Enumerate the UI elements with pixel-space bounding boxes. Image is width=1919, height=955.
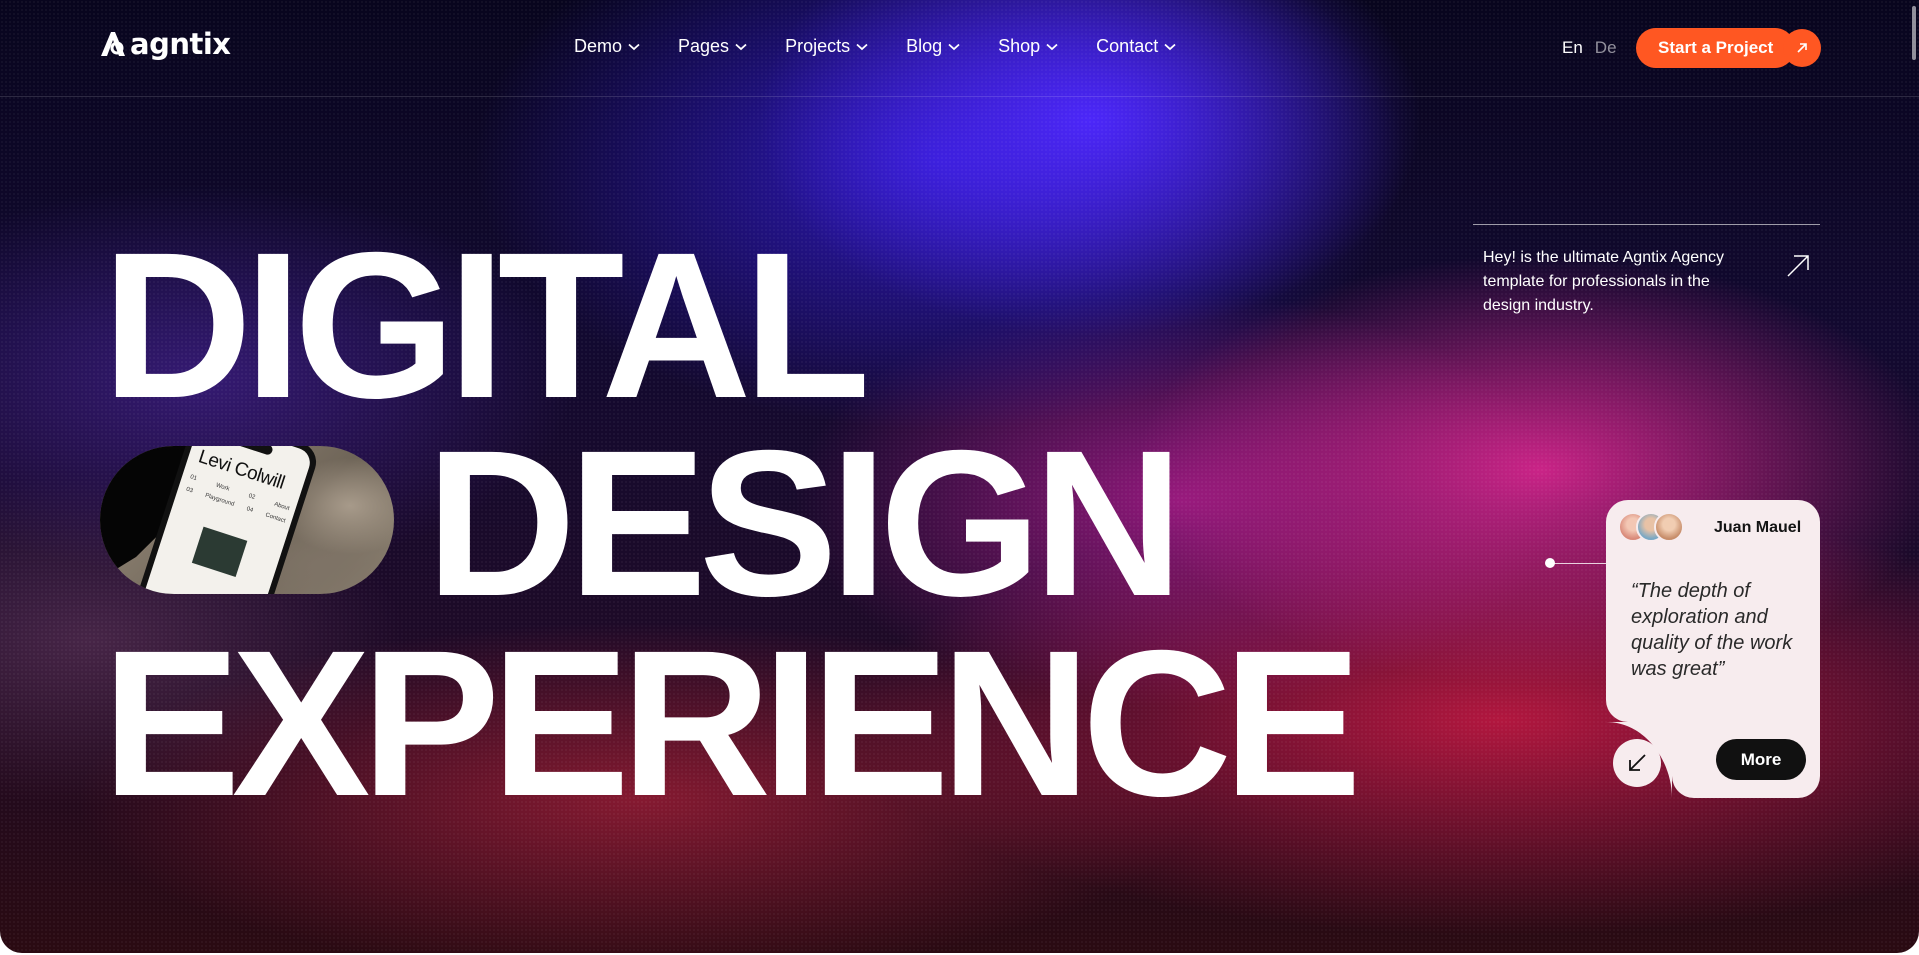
phone-menu-label: About [273, 501, 291, 513]
hero-phone-image: Levi Colwill 01 Work 02 About 03 Playgro… [100, 446, 394, 594]
arrow-down-left-icon [1629, 754, 1646, 771]
reviewer-name: Juan Mauel [1714, 519, 1802, 536]
testimonial-back-button[interactable] [1613, 739, 1661, 787]
headline-line-3: EXPERIENCE [102, 608, 1362, 840]
chevron-down-icon [735, 43, 747, 50]
phone-notch [232, 446, 274, 456]
nav-item-label: Projects [785, 36, 851, 56]
testimonial-quote: “The depth of exploration and quality of… [1631, 580, 1793, 680]
headline-line-2: DESIGN [426, 408, 1183, 640]
phone-menu-num: 03 [185, 486, 194, 495]
language-en[interactable]: En [1562, 38, 1583, 58]
chevron-down-icon [1164, 43, 1176, 50]
nav-item-demo[interactable]: Demo [574, 36, 640, 57]
testimonial-connector-line [1550, 563, 1606, 564]
headline-line-1: DIGITAL [102, 210, 870, 442]
chevron-down-icon [1046, 43, 1058, 50]
phone-card-image [191, 526, 248, 578]
avatar [1654, 512, 1684, 542]
start-project-button[interactable]: Start a Project [1636, 28, 1822, 68]
nav-item-label: Contact [1096, 36, 1159, 56]
arrow-up-right-icon[interactable] [1786, 254, 1810, 283]
phone-menu-label: Work [215, 482, 231, 493]
logo-mark-icon [98, 29, 128, 59]
reviewer-avatars [1618, 512, 1684, 542]
phone-menu-label: Contact [264, 512, 287, 525]
phone-menu-num: 02 [247, 493, 256, 501]
nav-item-label: Pages [678, 36, 730, 56]
nav-item-contact[interactable]: Contact [1096, 36, 1176, 57]
nav-item-shop[interactable]: Shop [998, 36, 1058, 57]
phone-menu-num: 01 [189, 474, 198, 483]
chevron-down-icon [856, 43, 868, 50]
logo[interactable]: agntix [98, 27, 231, 61]
nav-item-label: Shop [998, 36, 1041, 56]
language-switcher: En De [1562, 38, 1617, 58]
intro-divider [1473, 224, 1820, 225]
more-button[interactable]: More [1716, 739, 1806, 780]
nav-item-label: Blog [906, 36, 943, 56]
language-de[interactable]: De [1595, 38, 1617, 58]
site-header: agntix Demo Pages Projects Blog Shop Con… [0, 0, 1919, 97]
nav-item-blog[interactable]: Blog [906, 36, 960, 57]
logo-text: agntix [130, 27, 231, 61]
scrollbar-thumb[interactable] [1912, 6, 1916, 60]
intro-text: Hey! is the ultimate Agntix Agency templ… [1483, 249, 1725, 314]
hero-section: agntix Demo Pages Projects Blog Shop Con… [0, 0, 1919, 953]
nav-item-projects[interactable]: Projects [785, 36, 868, 57]
phone-menu-num: 04 [245, 506, 254, 514]
nav-item-pages[interactable]: Pages [678, 36, 747, 57]
start-project-label: Start a Project [1636, 28, 1796, 68]
phone-menu-label: Playground [204, 492, 235, 508]
main-nav: Demo Pages Projects Blog Shop Contact [574, 36, 1214, 57]
chevron-down-icon [948, 43, 960, 50]
chevron-down-icon [628, 43, 640, 50]
connector-dot [1545, 558, 1555, 568]
arrow-up-right-icon [1783, 29, 1822, 67]
nav-item-label: Demo [574, 36, 623, 56]
